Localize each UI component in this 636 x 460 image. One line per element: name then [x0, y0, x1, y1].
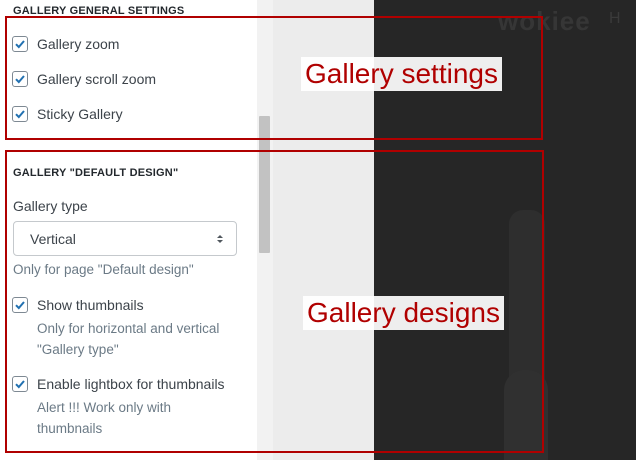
store-nav-item: H: [609, 10, 621, 27]
gallery-settings-annotation-label: Gallery settings: [301, 57, 502, 91]
gallery-designs-annotation-label: Gallery designs: [303, 296, 504, 330]
